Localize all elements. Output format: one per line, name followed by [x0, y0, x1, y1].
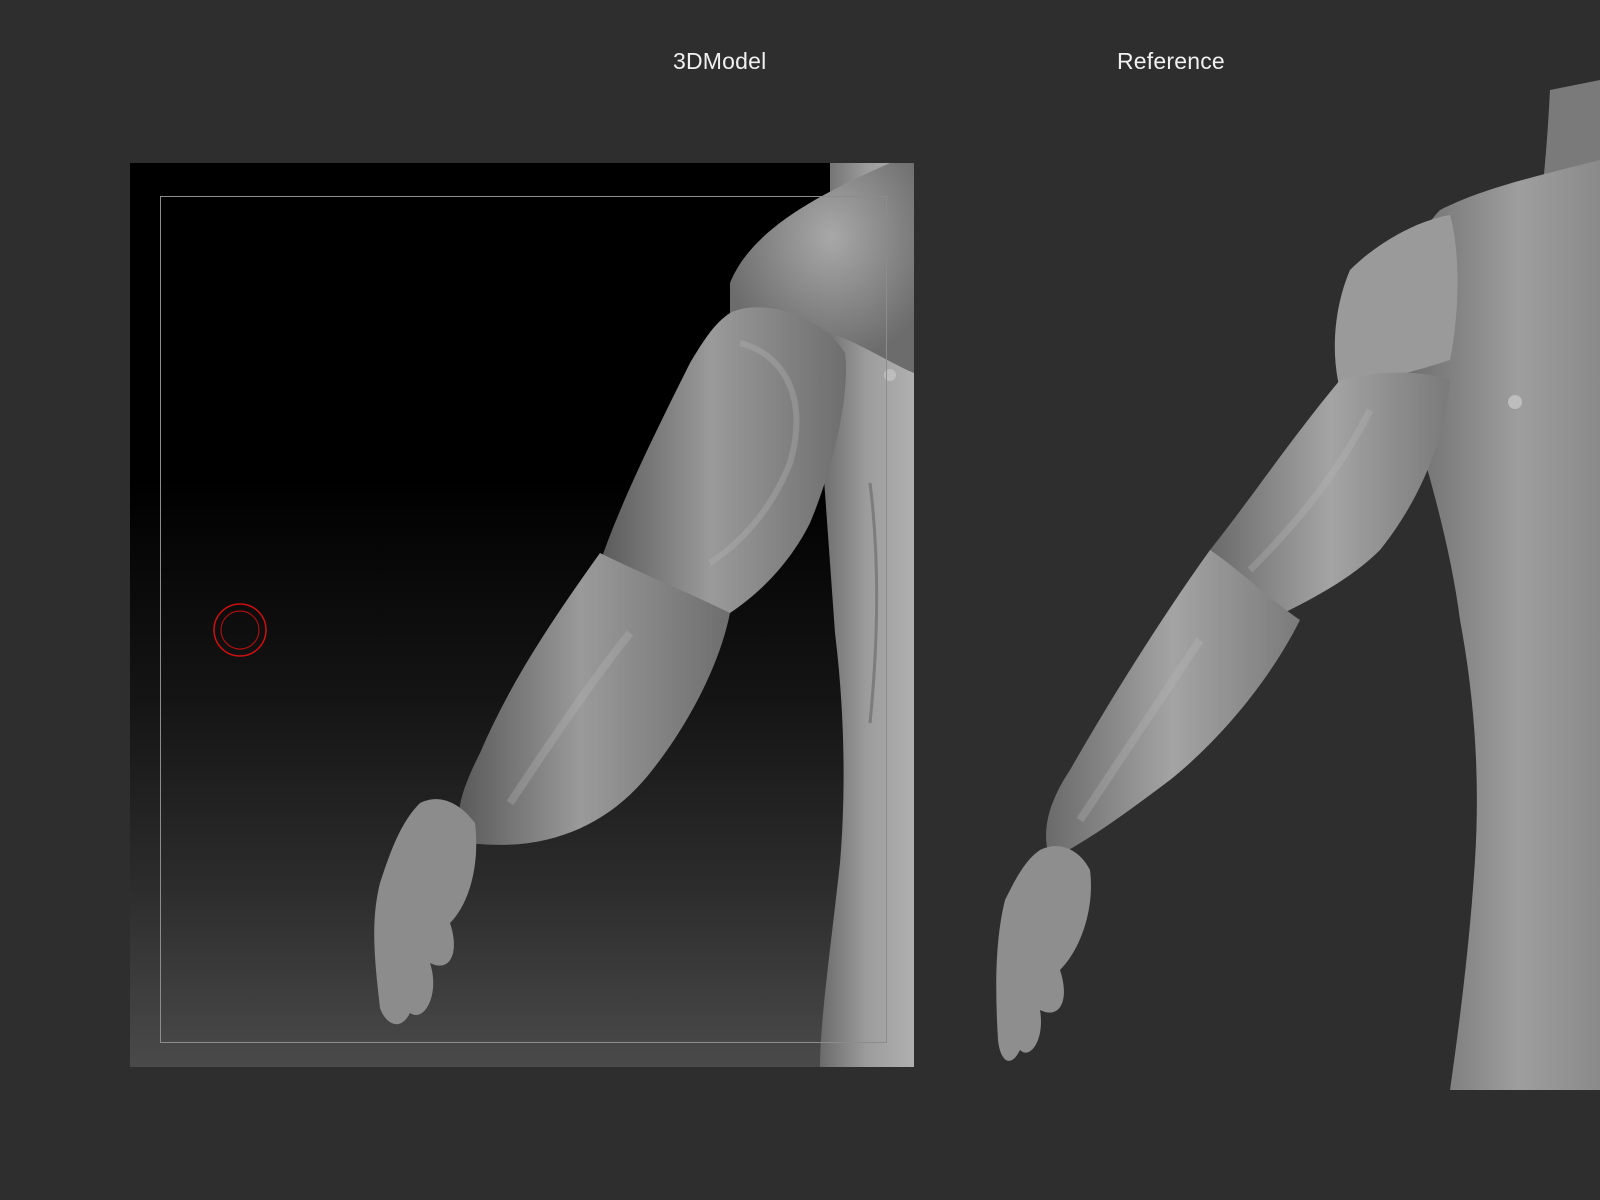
upper-arm-shape: [600, 307, 846, 613]
forearm-shape: [459, 553, 730, 845]
model-label: 3DModel: [673, 48, 767, 74]
sculpt-viewport[interactable]: [130, 163, 914, 1067]
app-root: 3DModel Reference: [0, 0, 1600, 1200]
hand-shape: [374, 799, 477, 1025]
reference-label: Reference: [1117, 48, 1225, 74]
reference-hand: [996, 846, 1091, 1061]
reference-image: [996, 80, 1600, 1090]
brush-circle-icon: [213, 603, 267, 657]
